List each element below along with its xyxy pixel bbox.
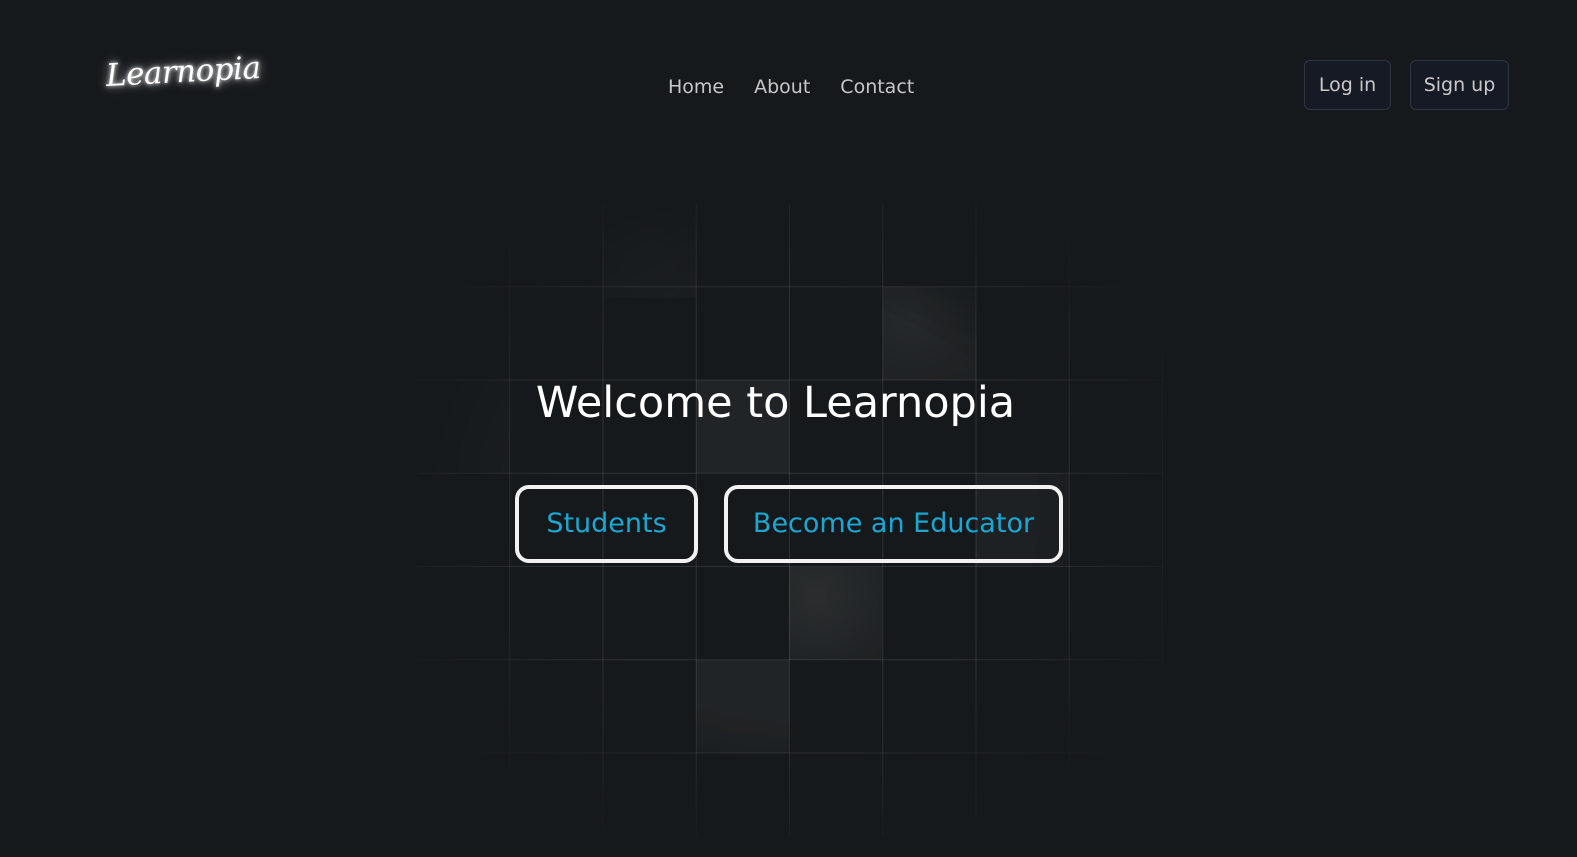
grid-highlight-cell [883,287,976,380]
students-button[interactable]: Students [515,485,698,563]
hero-title: Welcome to Learnopia [0,372,1577,434]
grid-highlight-cell [789,567,882,660]
logo[interactable]: Learnopia [105,42,262,102]
signup-button[interactable]: Sign up [1410,60,1509,110]
become-educator-button[interactable]: Become an Educator [724,485,1063,563]
nav-link-contact[interactable]: Contact [840,72,914,102]
login-button[interactable]: Log in [1304,60,1391,110]
grid-highlight-cell [603,205,696,298]
main-nav: Home About Contact [668,72,944,102]
nav-link-home[interactable]: Home [668,72,724,102]
grid-highlight-cell [696,660,789,753]
nav-link-about[interactable]: About [754,72,810,102]
hero-title-text: Welcome to Learnopia [535,378,1016,428]
